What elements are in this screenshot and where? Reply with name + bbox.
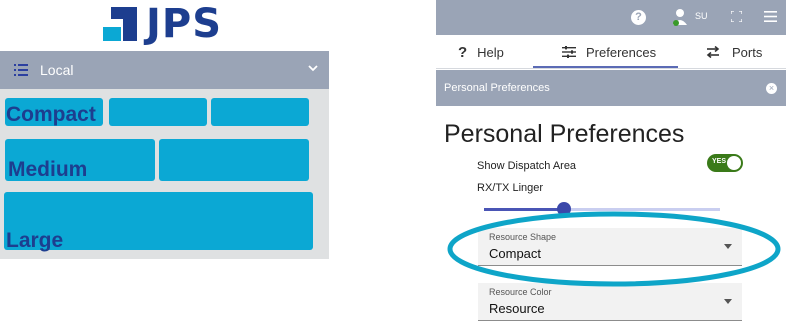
tab-help[interactable]: ? Help bbox=[458, 35, 504, 69]
active-tab-indicator bbox=[533, 66, 678, 68]
tab-bar: ? Help Preferences Ports bbox=[436, 35, 786, 69]
close-icon[interactable]: × bbox=[766, 83, 777, 94]
app-topbar: ? SU bbox=[436, 0, 786, 35]
resource-tile-compact[interactable] bbox=[211, 98, 309, 126]
section-header-bar: Personal Preferences × bbox=[436, 70, 786, 106]
jps-logo-mark-icon bbox=[103, 7, 137, 41]
tile-label-compact: Compact bbox=[6, 103, 96, 126]
dispatch-area-label: Show Dispatch Area bbox=[477, 160, 577, 172]
question-mark-icon: ? bbox=[458, 43, 468, 61]
resource-color-select[interactable]: Resource Color Resource bbox=[478, 283, 742, 321]
toggle-knob bbox=[727, 156, 741, 170]
tab-preferences[interactable]: Preferences bbox=[562, 35, 656, 69]
tab-preferences-label: Preferences bbox=[586, 44, 657, 60]
section-header-title: Personal Preferences bbox=[444, 82, 550, 94]
resource-tile-medium[interactable] bbox=[159, 139, 309, 181]
fullscreen-icon[interactable] bbox=[731, 11, 742, 22]
logo-text: JPS bbox=[146, 1, 223, 47]
tab-help-label: Help bbox=[477, 44, 504, 60]
sliders-icon bbox=[562, 46, 576, 58]
dispatch-area-toggle[interactable]: YES bbox=[707, 154, 743, 172]
chevron-down-icon bbox=[308, 65, 318, 72]
hamburger-menu-icon[interactable] bbox=[764, 11, 777, 22]
dropdown-arrow-icon bbox=[724, 299, 732, 304]
screenshot-root: JPS Local Compact Medium Large ? SU ? He… bbox=[0, 0, 786, 333]
tab-ports[interactable]: Ports bbox=[706, 35, 762, 69]
page-title: Personal Preferences bbox=[444, 120, 685, 148]
tile-label-large: Large bbox=[6, 229, 64, 252]
tab-ports-label: Ports bbox=[732, 44, 763, 60]
linger-label: RX/TX Linger bbox=[477, 182, 544, 194]
list-icon bbox=[14, 64, 28, 76]
toggle-state-text: YES bbox=[712, 158, 727, 165]
user-icon[interactable] bbox=[673, 8, 687, 26]
help-icon[interactable]: ? bbox=[631, 10, 646, 25]
resource-color-label: Resource Color bbox=[489, 287, 552, 297]
resource-tile-compact[interactable] bbox=[109, 98, 207, 126]
swap-arrows-icon bbox=[706, 46, 720, 58]
tile-label-medium: Medium bbox=[8, 158, 88, 181]
user-initials: SU bbox=[695, 11, 708, 21]
resource-color-value: Resource bbox=[489, 301, 545, 316]
jps-logo: JPS bbox=[101, 1, 236, 47]
layout-dropdown-label: Local bbox=[40, 62, 74, 78]
layout-dropdown[interactable]: Local bbox=[0, 51, 329, 89]
highlight-ellipse-annotation bbox=[447, 211, 781, 287]
